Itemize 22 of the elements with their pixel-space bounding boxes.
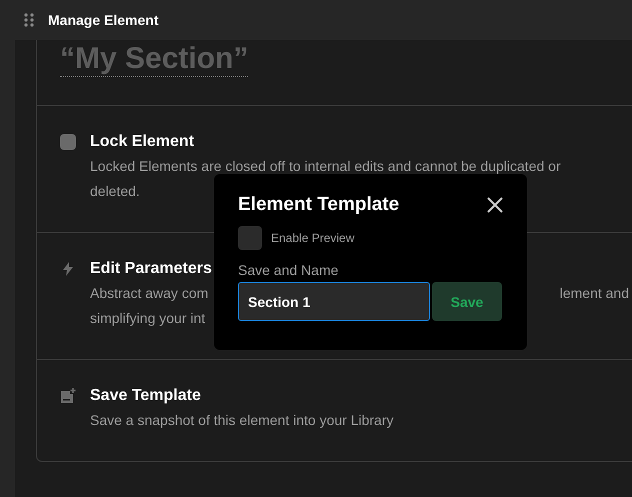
lightning-icon: [60, 261, 76, 277]
option-description: Locked Elements are closed off to internal edits and cannot be duplicated or: [90, 157, 561, 176]
preview-checkbox[interactable]: [238, 226, 262, 250]
option-title: Lock Element: [90, 132, 194, 152]
save-button[interactable]: Save: [432, 282, 502, 321]
option-description: deleted.: [90, 182, 140, 201]
option-description: Save a snapshot of this element into your Library: [90, 411, 394, 430]
close-button[interactable]: [486, 196, 504, 214]
dialog-title: Element Template: [238, 194, 400, 216]
drag-handle-icon[interactable]: [24, 13, 34, 27]
panel-title: Manage Element: [48, 12, 158, 28]
option-title: Edit Parameters: [90, 259, 212, 279]
option-description: lement and: [560, 284, 629, 303]
option-description: Abstract away com: [90, 284, 208, 303]
name-input[interactable]: Section 1: [238, 282, 430, 321]
checkbox-label: Enable Preview: [271, 231, 354, 245]
add-note-icon: [60, 388, 76, 404]
field-label: Save and Name: [238, 262, 340, 278]
lock-checkbox[interactable]: [60, 134, 76, 150]
option-description: simplifying your int: [90, 309, 206, 328]
section-name[interactable]: “My Section”: [60, 42, 248, 77]
option-title: Save Template: [90, 386, 201, 406]
